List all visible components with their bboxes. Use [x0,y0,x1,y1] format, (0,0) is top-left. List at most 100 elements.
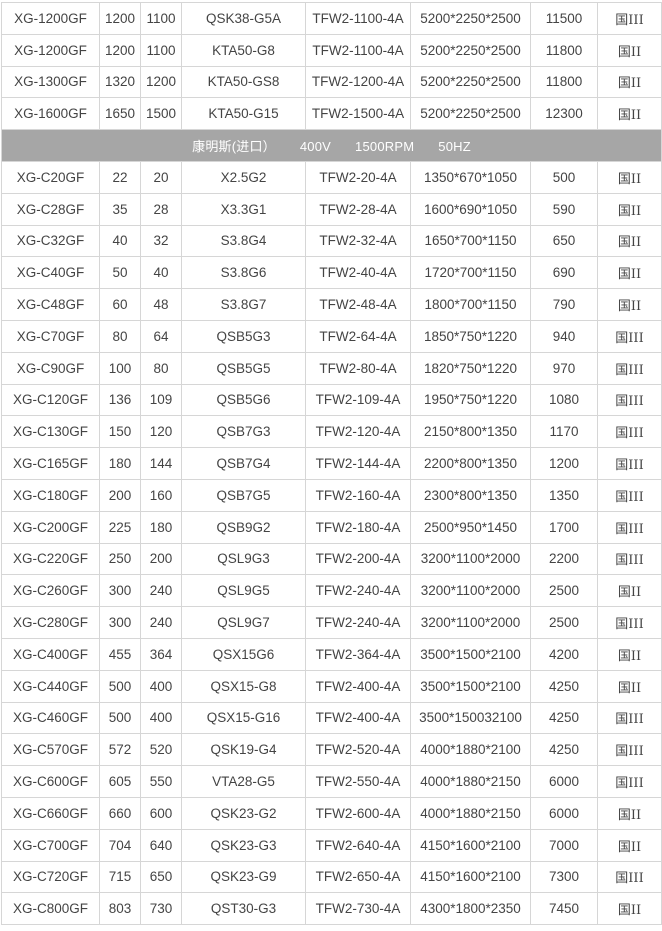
table-cell-engine: S3.8G7 [181,288,306,321]
table-row: XG-C570GF 572 520 QSK19-G4 TFW2-520-4A 4000*1… [1,733,662,767]
table-cell-std: 国III [597,765,662,798]
table-cell-prime: 240 [140,606,182,639]
table-cell-dimensions: 1350*670*1050 [410,160,531,194]
table-cell-engine: QSX15-G16 [181,701,306,735]
table-cell-std: 国III [597,542,662,576]
table-cell-alternator: TFW2-144-4A [305,447,411,480]
table-row: XG-1200GF 1200 1100 QSK38-G5A TFW2-1100-4A 52… [1,2,662,35]
table-cell-std: 国III [597,319,662,353]
group-header-frequency: 50HZ [438,139,471,155]
table-cell-std: 国III [597,447,662,480]
table-cell-std: 国III [597,2,662,35]
table-cell-engine: QSX15-G8 [181,669,306,703]
table-cell-model: XG-C460GF [1,701,100,735]
table-cell-dimensions: 3500*1500*2100 [410,637,531,671]
table-cell-dimensions: 1800*700*1150 [410,288,531,321]
table-cell-model: XG-C280GF [1,606,100,639]
table-cell-standby: 50 [99,256,141,290]
table-cell-alternator: TFW2-20-4A [305,160,411,194]
table-cell-weight: 790 [530,288,598,321]
table-cell-std: 国III [597,351,662,385]
table-cell-standby: 572 [99,733,141,767]
table-row: XG-C48GF 60 48 S3.8G7 TFW2-48-4A 1800*700*115… [1,288,662,321]
table-cell-dimensions: 3200*1100*2000 [410,542,531,576]
table-body-top: XG-1200GF 1200 1100 QSK38-G5A TFW2-1100-4A 52… [1,2,662,131]
table-row: XG-C20GF 22 20 X2.5G2 TFW2-20-4A 1350*670*105… [1,160,662,194]
table-cell-model: XG-C660GF [1,796,100,830]
table-cell-dimensions: 4000*1880*2150 [410,796,531,830]
table-cell-std: 国II [597,828,662,862]
table-row: XG-C720GF 715 650 QSK23-G9 TFW2-650-4A 4150*1… [1,860,662,894]
table-row: XG-C220GF 250 200 QSL9G3 TFW2-200-4A 3200*110… [1,542,662,576]
table-cell-weight: 11500 [530,2,598,35]
table-cell-engine: QSK23-G3 [181,828,306,862]
table-cell-engine: S3.8G6 [181,256,306,290]
table-cell-prime: 1100 [140,33,182,67]
table-cell-std: 国III [597,383,662,417]
table-cell-alternator: TFW2-640-4A [305,828,411,862]
table-cell-model: XG-C570GF [1,733,100,767]
table-row: XG-C260GF 300 240 QSL9G5 TFW2-240-4A 3200*110… [1,574,662,608]
table-row: XG-C440GF 500 400 QSX15-G8 TFW2-400-4A 3500*1… [1,669,662,703]
table-cell-weight: 1200 [530,447,598,480]
table-cell-prime: 28 [140,192,182,226]
table-cell-weight: 12300 [530,97,598,131]
table-cell-alternator: TFW2-180-4A [305,510,411,544]
table-cell-alternator: TFW2-520-4A [305,733,411,767]
table-cell-engine: QSL9G5 [181,574,306,608]
table-cell-model: XG-C720GF [1,860,100,894]
table-cell-std: 国II [597,160,662,194]
table-cell-engine: QSL9G3 [181,542,306,576]
table-cell-standby: 250 [99,542,141,576]
table-cell-weight: 650 [530,224,598,258]
table-cell-dimensions: 4150*1600*2100 [410,828,531,862]
table-cell-prime: 640 [140,828,182,862]
table-cell-prime: 200 [140,542,182,576]
table-cell-dimensions: 3500*150032100 [410,701,531,735]
table-row: XG-C70GF 80 64 QSB5G3 TFW2-64-4A 1850*750*122… [1,319,662,353]
table-cell-standby: 100 [99,351,141,385]
table-row: XG-1200GF 1200 1100 KTA50-G8 TFW2-1100-4A 520… [1,33,662,67]
table-cell-dimensions: 1600*690*1050 [410,192,531,226]
table-cell-prime: 32 [140,224,182,258]
table-cell-dimensions: 5200*2250*2500 [410,2,531,35]
table-cell-model: XG-C120GF [1,383,100,417]
table-cell-model: XG-C40GF [1,256,100,290]
table-cell-standby: 704 [99,828,141,862]
table-cell-standby: 35 [99,192,141,226]
table-row: XG-C180GF 200 160 QSB7G5 TFW2-160-4A 2300*800… [1,478,662,512]
table-cell-prime: 180 [140,510,182,544]
table-cell-std: 国II [597,574,662,608]
table-cell-alternator: TFW2-400-4A [305,701,411,735]
table-cell-model: XG-1200GF [1,2,100,35]
table-cell-alternator: TFW2-730-4A [305,892,411,926]
table-cell-std: 国II [597,33,662,67]
table-cell-model: XG-C20GF [1,160,100,194]
table-cell-engine: QSK19-G4 [181,733,306,767]
group-header-voltage: 400V [299,139,332,155]
table-row: XG-C40GF 50 40 S3.8G6 TFW2-40-4A 1720*700*115… [1,256,662,290]
table-cell-alternator: TFW2-1100-4A [305,33,411,67]
table-cell-dimensions: 1850*750*1220 [410,319,531,353]
table-cell-standby: 22 [99,160,141,194]
table-cell-std: 国II [597,97,662,131]
table-cell-engine: X2.5G2 [181,160,306,194]
table-cell-weight: 2200 [530,542,598,576]
table-cell-alternator: TFW2-1500-4A [305,97,411,131]
table-cell-model: XG-C90GF [1,351,100,385]
table-cell-std: 国II [597,669,662,703]
table-cell-weight: 4200 [530,637,598,671]
table-cell-prime: 400 [140,701,182,735]
genset-spec-table: XG-1200GF 1200 1100 QSK38-G5A TFW2-1100-4A 52… [1,2,662,926]
table-cell-std: 国II [597,192,662,226]
table-cell-alternator: TFW2-40-4A [305,256,411,290]
table-cell-dimensions: 4150*1600*2100 [410,860,531,894]
table-cell-engine: VTA28-G5 [181,765,306,798]
table-cell-prime: 48 [140,288,182,321]
table-cell-engine: QSK38-G5A [181,2,306,35]
table-cell-standby: 200 [99,478,141,512]
table-cell-standby: 180 [99,447,141,480]
table-cell-dimensions: 4000*1880*2100 [410,733,531,767]
table-cell-alternator: TFW2-200-4A [305,542,411,576]
table-cell-model: XG-C600GF [1,765,100,798]
